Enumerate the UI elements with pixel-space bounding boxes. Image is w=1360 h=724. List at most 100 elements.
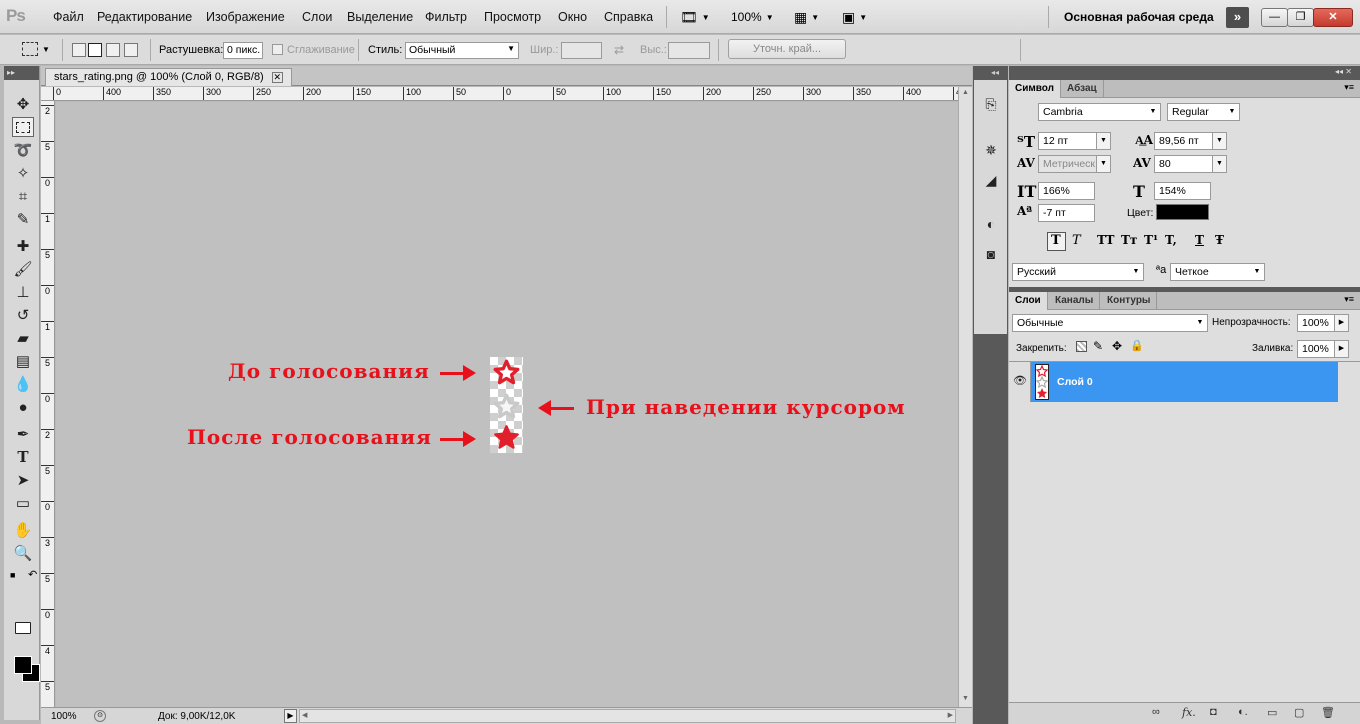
fx-icon[interactable]: fx. (1182, 706, 1196, 719)
fill-input[interactable]: 100% ▶ (1297, 340, 1349, 358)
navigator-icon[interactable]: ✵ (980, 140, 1002, 160)
link-icon[interactable]: ∞ (1152, 706, 1160, 718)
minimize-button[interactable]: — (1261, 8, 1288, 27)
new-selection-icon[interactable] (72, 43, 86, 57)
default-colors-icon[interactable]: ■ (10, 570, 15, 580)
swap-icon[interactable]: ⇄ (614, 43, 624, 57)
menu-view[interactable]: Просмотр (484, 10, 541, 24)
tracking-input[interactable]: 80 ▼ (1154, 155, 1227, 173)
refine-edge-button[interactable]: Уточн. край... (728, 39, 846, 59)
brush-tool-icon[interactable]: 🖌 (12, 259, 34, 279)
text-color-swatch[interactable] (1156, 204, 1209, 220)
restore-button[interactable]: ❐ (1287, 8, 1314, 27)
status-menu-icon[interactable]: ▶ (284, 709, 297, 723)
lock-position-icon[interactable]: ✥ (1112, 339, 1122, 353)
mask-icon[interactable]: ◘ (1210, 706, 1217, 718)
rectangle-tool-icon[interactable]: ▭ (12, 493, 34, 513)
menu-help[interactable]: Справка (604, 10, 653, 24)
kerning-input[interactable]: Метрическ ▼ (1038, 155, 1111, 173)
all-caps-button[interactable]: TT (1097, 233, 1114, 247)
antialias-checkbox[interactable] (272, 44, 283, 55)
adjustments-icon[interactable]: ◐ (980, 214, 1002, 234)
eyedropper-tool-icon[interactable]: ✎ (12, 209, 34, 229)
panel-menu-icon[interactable]: ▾≡ (1344, 82, 1354, 93)
folder-icon[interactable]: ▭ (1267, 706, 1277, 719)
vertical-scrollbar[interactable]: ▲ ▼ (958, 87, 972, 707)
scroll-up-icon[interactable]: ▲ (962, 89, 969, 96)
layer-name[interactable]: Слой 0 (1057, 376, 1093, 388)
antialias-select[interactable]: Четкое ▼ (1170, 263, 1265, 281)
tab-character[interactable]: Символ (1009, 80, 1061, 98)
magic-wand-tool-icon[interactable]: ✧ (12, 163, 34, 183)
intersect-selection-icon[interactable] (124, 43, 138, 57)
arrange-documents-button[interactable]: ▦ ▼ (794, 8, 819, 26)
type-tool-icon[interactable]: T (12, 447, 34, 467)
zoom-level-select[interactable]: 100% ▼ (731, 8, 774, 26)
lock-pixels-icon[interactable]: ✎ (1093, 339, 1103, 353)
font-style-select[interactable]: Regular ▼ (1167, 103, 1240, 121)
move-tool-icon[interactable]: ✥ (12, 94, 34, 114)
layer-visibility-toggle[interactable]: 👁 (1009, 362, 1031, 402)
menu-image[interactable]: Изображение (206, 10, 285, 24)
style-select[interactable]: Обычный ▼ (405, 42, 519, 59)
screen-frame-button[interactable]: ▣ ▼ (842, 8, 867, 26)
menu-file[interactable]: Файл (53, 10, 84, 24)
feather-input[interactable]: 0 пикс. (223, 42, 263, 59)
new-layer-icon[interactable]: ▢ (1294, 706, 1304, 719)
layer-row[interactable]: 👁 Слой 0 (1009, 362, 1338, 402)
document-tab[interactable]: stars_rating.png @ 100% (Слой 0, RGB/8) … (45, 68, 292, 86)
height-input[interactable] (668, 42, 710, 59)
adjustment-icon[interactable]: ◐. (1238, 706, 1248, 718)
horizontal-scale-input[interactable]: 154% (1154, 182, 1211, 200)
histogram-icon[interactable]: ◢ (980, 170, 1002, 190)
trash-icon[interactable]: 🗑 (1321, 706, 1335, 719)
horizontal-scrollbar[interactable]: ◀ ▶ (299, 709, 956, 723)
vertical-scale-input[interactable]: 166% (1038, 182, 1095, 200)
foreground-color-swatch[interactable] (14, 656, 32, 674)
tab-paragraph[interactable]: Абзац (1061, 80, 1104, 98)
close-button[interactable]: ✕ (1313, 8, 1353, 27)
scroll-right-icon[interactable]: ▶ (948, 711, 953, 719)
tab-paths[interactable]: Контуры (1101, 292, 1158, 310)
clone-stamp-tool-icon[interactable]: ⊥ (12, 282, 34, 302)
menu-edit[interactable]: Редактирование (97, 10, 192, 24)
lock-all-icon[interactable]: 🔒 (1130, 339, 1144, 352)
character-panel-header[interactable]: ◂◂ ✕ (1009, 66, 1360, 80)
eraser-tool-icon[interactable]: ▰ (12, 328, 34, 348)
workspace-label[interactable]: Основная рабочая среда (1064, 10, 1214, 24)
blend-mode-select[interactable]: Обычные ▼ (1012, 314, 1208, 332)
gradient-tool-icon[interactable]: ▤ (12, 351, 34, 371)
superscript-button[interactable]: T¹ (1144, 233, 1158, 247)
add-to-selection-icon[interactable] (88, 43, 102, 57)
menu-filter[interactable]: Фильтр (425, 10, 467, 24)
small-caps-button[interactable]: Tт (1121, 233, 1137, 247)
tool-preset-picker[interactable]: ▼ (22, 42, 50, 56)
width-input[interactable] (561, 42, 602, 59)
subscript-button[interactable]: T, (1165, 233, 1177, 247)
opacity-input[interactable]: 100% ▶ (1297, 314, 1349, 332)
healing-brush-tool-icon[interactable]: ✚ (12, 236, 34, 256)
faux-italic-button[interactable]: T (1072, 233, 1081, 248)
status-info-icon[interactable]: ⊙ (94, 710, 106, 722)
menu-layers[interactable]: Слои (302, 10, 332, 24)
history-icon[interactable]: ⎘ (980, 94, 1002, 114)
tab-layers[interactable]: Слои (1009, 292, 1048, 310)
menu-select[interactable]: Выделение (347, 10, 413, 24)
pen-tool-icon[interactable]: ✒ (12, 424, 34, 444)
scroll-down-icon[interactable]: ▼ (962, 695, 969, 702)
lasso-tool-icon[interactable]: ➰ (12, 140, 34, 160)
zoom-tool-icon[interactable]: 🔍 (12, 543, 34, 563)
panel-menu-icon[interactable]: ▾≡ (1344, 294, 1354, 305)
menu-window[interactable]: Окно (558, 10, 587, 24)
font-family-select[interactable]: Cambria ▼ (1038, 103, 1161, 121)
strikethrough-button[interactable]: Ŧ (1215, 233, 1224, 247)
leading-input[interactable]: 89,56 пт ▼ (1154, 132, 1227, 150)
crop-tool-icon[interactable]: ⌗ (12, 186, 34, 206)
masks-icon[interactable]: ◙ (980, 244, 1002, 264)
screen-mode-button[interactable]: 🎞 ▼ (680, 8, 710, 26)
workspace-switcher-button[interactable]: » (1226, 7, 1249, 28)
subtract-selection-icon[interactable] (106, 43, 120, 57)
dodge-tool-icon[interactable]: ● (12, 397, 34, 417)
swap-colors-icon[interactable]: ↶ (28, 568, 37, 581)
history-brush-tool-icon[interactable]: ↺ (12, 305, 34, 325)
